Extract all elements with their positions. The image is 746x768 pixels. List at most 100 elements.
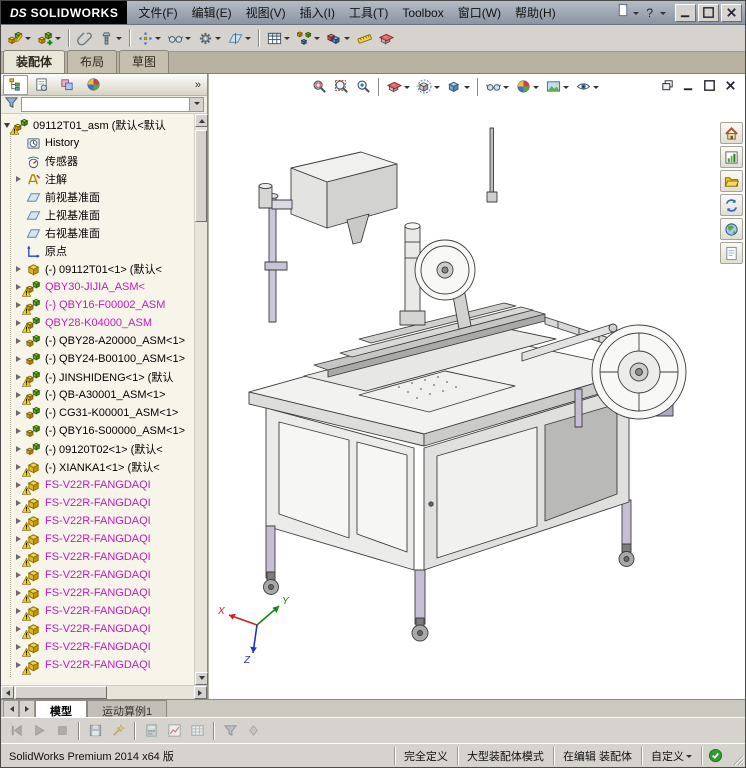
apply-scene-button[interactable] <box>543 76 572 97</box>
scroll-down-button[interactable] <box>195 672 208 685</box>
mate-button[interactable] <box>74 27 95 49</box>
command-tab-2[interactable]: 草图 <box>119 50 170 73</box>
insert-component-button[interactable] <box>35 27 64 49</box>
zoom-fit-button[interactable] <box>309 76 330 97</box>
move-component-button[interactable] <box>135 27 164 49</box>
menu-item-5[interactable]: Toolbox <box>395 3 450 23</box>
tab-scroll-right-button[interactable] <box>19 700 35 717</box>
tree-root-item[interactable]: 09112T01_asm (默认<默认 <box>1 116 194 135</box>
menu-item-0[interactable]: 文件(F) <box>131 1 184 24</box>
tree-item-27[interactable]: FS-V22R-FANGDAQI <box>1 620 194 639</box>
tree-item-23[interactable]: FS-V22R-FANGDAQI <box>1 548 194 567</box>
show-hidden-components-button[interactable] <box>165 27 194 49</box>
performance-evaluation-button[interactable] <box>720 146 743 168</box>
resize-grip[interactable] <box>729 745 745 767</box>
zoom-button[interactable] <box>353 76 374 97</box>
tree-item-8[interactable]: QBY30-JIJIA_ASM< <box>1 278 194 297</box>
tree-horizontal-scrollbar[interactable] <box>1 685 207 699</box>
motion-jump-to-start-button[interactable] <box>6 720 27 742</box>
filter-dropdown-icon[interactable] <box>189 98 203 111</box>
bottom-tab-1[interactable]: 运动算例1 <box>87 700 168 718</box>
tree-item-25[interactable]: FS-V22R-FANGDAQI <box>1 584 194 603</box>
exploded-view-button[interactable] <box>294 27 323 49</box>
bill-of-materials-button[interactable] <box>264 27 293 49</box>
command-tab-0[interactable]: 装配体 <box>3 50 66 73</box>
doc-maximize-button[interactable] <box>700 77 718 93</box>
tree-item-0[interactable]: History <box>1 134 194 152</box>
tree-item-9[interactable]: (-) QBY16-F00002_ASM <box>1 296 194 315</box>
motion-stop-button[interactable] <box>52 720 73 742</box>
tree-item-3[interactable]: 前视基准面 <box>1 188 194 206</box>
view-orientation-button[interactable] <box>414 76 443 97</box>
smart-fastener-button[interactable] <box>96 27 125 49</box>
tree-item-22[interactable]: FS-V22R-FANGDAQI <box>1 530 194 549</box>
motion-key-point-button[interactable] <box>243 720 264 742</box>
tree-item-1[interactable]: 传感器 <box>1 152 194 170</box>
vertical-scroll-thumb[interactable] <box>195 130 207 222</box>
tree-item-7[interactable]: (-) 09112T01<1> (默认< <box>1 260 194 278</box>
update-button[interactable] <box>720 194 743 216</box>
tree-expander[interactable] <box>16 446 26 452</box>
reference-geometry-button[interactable] <box>225 27 254 49</box>
motion-save-animation-button[interactable] <box>85 720 106 742</box>
menu-item-1[interactable]: 编辑(E) <box>185 1 239 24</box>
help-dropdown-icon[interactable] <box>660 11 666 18</box>
menu-item-7[interactable]: 帮助(H) <box>508 1 563 24</box>
section-view-button[interactable] <box>384 76 413 97</box>
doc-restore-button[interactable] <box>658 77 676 93</box>
tree-item-11[interactable]: (-) QBY28-A20000_ASM<1> <box>1 332 194 350</box>
maximize-button[interactable] <box>698 3 719 22</box>
tree-item-5[interactable]: 右视基准面 <box>1 224 194 242</box>
featuremanager-tab[interactable] <box>3 74 28 95</box>
motion-calculate-button[interactable] <box>141 720 162 742</box>
appearances-tab[interactable] <box>81 75 106 95</box>
tree-item-20[interactable]: FS-V22R-FANGDAQI <box>1 494 194 513</box>
doc-minimize-button[interactable] <box>679 77 697 93</box>
tree-item-26[interactable]: FS-V22R-FANGDAQI <box>1 602 194 621</box>
status-segment-3[interactable]: 自定义 <box>641 746 701 765</box>
tree-expander[interactable] <box>16 410 26 416</box>
measure-button[interactable] <box>354 27 375 49</box>
edit-component-button[interactable] <box>5 27 34 49</box>
notes-button[interactable] <box>720 242 743 264</box>
motion-grid-button[interactable] <box>187 720 208 742</box>
tab-scroll-left-button[interactable] <box>3 700 19 717</box>
graphics-viewport[interactable]: X Y Z <box>208 74 745 699</box>
motion-filter-button[interactable] <box>220 720 241 742</box>
tree-filter-input[interactable] <box>21 97 204 112</box>
motion-animation-wizard-button[interactable] <box>108 720 129 742</box>
tree-item-14[interactable]: (-) QB-A30001_ASM<1> <box>1 386 194 405</box>
tree-item-24[interactable]: FS-V22R-FANGDAQI <box>1 566 194 585</box>
help-button[interactable]: ? <box>644 6 655 20</box>
new-document-button[interactable] <box>614 3 641 22</box>
tree-vertical-scrollbar[interactable] <box>194 114 208 685</box>
tree-item-29[interactable]: FS-V22R-FANGDAQI <box>1 656 194 675</box>
motion-play-button[interactable] <box>29 720 50 742</box>
scroll-right-button[interactable] <box>194 686 207 699</box>
display-style-button[interactable] <box>444 76 473 97</box>
online-resources-button[interactable] <box>720 218 743 240</box>
doc-close-button[interactable] <box>721 77 739 93</box>
menu-item-2[interactable]: 视图(V) <box>239 1 293 24</box>
tree-expander[interactable] <box>16 176 26 182</box>
panel-overflow-button[interactable]: » <box>195 79 205 91</box>
bottom-tab-0[interactable]: 模型 <box>35 700 87 718</box>
tree-expander[interactable] <box>16 356 26 362</box>
section-button[interactable] <box>376 27 397 49</box>
configurationmanager-tab[interactable] <box>55 75 80 95</box>
status-ok-icon[interactable] <box>701 746 729 765</box>
tree-item-12[interactable]: (-) QBY24-B00100_ASM<1> <box>1 350 194 368</box>
tree-expander[interactable] <box>16 428 26 434</box>
tree-item-21[interactable]: FS-V22R-FANGDAQI <box>1 512 194 531</box>
tree-expander[interactable] <box>16 266 26 272</box>
menu-item-4[interactable]: 工具(T) <box>342 1 395 24</box>
tree-item-28[interactable]: FS-V22R-FANGDAQI <box>1 638 194 657</box>
horizontal-scroll-thumb[interactable] <box>15 686 107 699</box>
tree-item-2[interactable]: 注解 <box>1 170 194 188</box>
hide-show-items-button[interactable] <box>483 76 512 97</box>
propertymanager-tab[interactable] <box>29 75 54 95</box>
tree-item-6[interactable]: 原点 <box>1 242 194 260</box>
minimize-button[interactable] <box>675 3 696 22</box>
close-button[interactable] <box>721 3 742 22</box>
tree-item-15[interactable]: (-) CG31-K00001_ASM<1> <box>1 404 194 422</box>
